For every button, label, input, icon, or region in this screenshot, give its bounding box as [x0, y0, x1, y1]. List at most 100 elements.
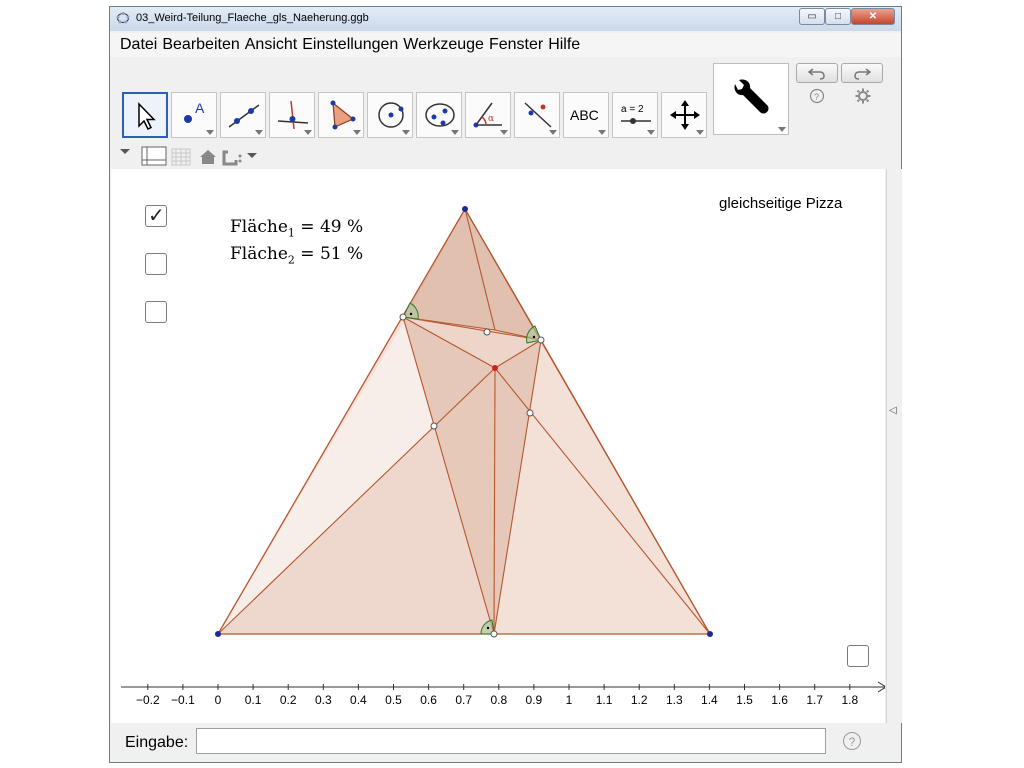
x-tick-label: 0.1	[245, 693, 262, 707]
text-icon: ABC	[570, 107, 599, 123]
x-tick-label: −0.2	[136, 693, 160, 707]
x-tick-label: 1.4	[701, 693, 718, 707]
dropdown-triangle-icon	[247, 153, 257, 158]
menu-bar: Datei Bearbeiten Ansicht Einstellungen W…	[110, 33, 901, 57]
conic-tool-button[interactable]	[416, 92, 462, 138]
line-icon	[228, 104, 260, 128]
input-bar: Eingabe: ?	[110, 723, 901, 761]
line-tool-button[interactable]	[220, 92, 266, 138]
x-tick-label: 0.2	[280, 693, 297, 707]
menu-datei[interactable]: Datei	[120, 36, 157, 54]
gear-icon[interactable]	[855, 88, 871, 104]
x-tick-label: 0.8	[490, 693, 507, 707]
area2-name: Fläche	[230, 244, 288, 264]
x-tick-label: 0.9	[526, 693, 543, 707]
checkbox-2[interactable]	[145, 253, 167, 275]
x-tick-label: −0.1	[171, 693, 195, 707]
ellipse-icon	[425, 103, 455, 127]
minimize-button[interactable]: ▭	[799, 8, 825, 25]
x-tick-label: 1.3	[666, 693, 683, 707]
menu-fenster[interactable]: Fenster	[489, 36, 543, 54]
menu-ansicht[interactable]: Ansicht	[245, 36, 297, 54]
text-tool-button[interactable]: ABC	[563, 92, 609, 138]
graphics-view[interactable]: −0.2 −0.1 0 0.1 0.2 0.3 0.4 0.5 0.6 0.7 0.8 0.9 1 1.1…	[111, 169, 885, 723]
x-axis	[121, 681, 885, 693]
reflect-icon	[524, 102, 552, 128]
x-tick-label: 0.4	[350, 693, 367, 707]
checkmark-icon: ✓	[148, 205, 165, 227]
x-tick-label: 0.3	[315, 693, 332, 707]
help-circle-icon[interactable]: ?	[809, 88, 825, 104]
geogebra-logo-icon	[116, 12, 130, 24]
expand-arrow-icon: ◁	[889, 405, 897, 416]
menu-einstellungen[interactable]: Einstellungen	[302, 36, 398, 54]
wrench-icon	[734, 79, 769, 114]
area1-sub: 1	[287, 226, 295, 240]
point-label: A	[195, 100, 205, 116]
menu-werkzeuge[interactable]: Werkzeuge	[403, 36, 484, 54]
svg-text:?: ?	[814, 92, 819, 102]
perpendicular-tool-button[interactable]	[269, 92, 315, 138]
checkbox-3[interactable]	[145, 301, 167, 323]
angle-label: α	[488, 114, 494, 124]
area1-name: Fläche	[230, 217, 288, 237]
slider-tool-label: a = 2	[621, 104, 644, 115]
x-tick-label: 1.7	[806, 693, 823, 707]
pizza-title-label: gleichseitige Pizza	[719, 195, 843, 212]
x-tick-label: 0	[215, 693, 222, 707]
area1-label: Fläche1 = 49 %	[230, 217, 363, 239]
home-icon	[200, 150, 216, 164]
slider-tool-button[interactable]: a = 2	[612, 92, 658, 138]
input-field[interactable]	[196, 728, 826, 754]
move-arrows-icon	[670, 100, 700, 130]
area2-label: Fläche2 = 51 %	[230, 244, 363, 266]
point-a-icon: A	[184, 100, 205, 123]
area2-value: = 51 %	[294, 244, 364, 264]
circle-tool-button[interactable]	[367, 92, 413, 138]
arrow-cursor-icon	[138, 102, 156, 131]
vertex-left	[215, 631, 221, 637]
move-tool-button[interactable]	[122, 92, 168, 138]
reflect-tool-button[interactable]	[514, 92, 560, 138]
menu-bearbeiten[interactable]: Bearbeiten	[162, 36, 239, 54]
style-bar-icons	[120, 146, 257, 166]
angle-icon: α	[473, 102, 502, 128]
x-tick-label: 0.7	[455, 693, 472, 707]
construction-canvas[interactable]: −0.2 −0.1 0 0.1 0.2 0.3 0.4 0.5 0.6 0.7 0.8 0.9 1 1.1…	[111, 169, 885, 723]
polygon-icon	[330, 100, 356, 130]
title-bar: 03_Weird-Teilung_Flaeche_gls_Naeherung.g…	[110, 7, 901, 31]
point-tool-button[interactable]: A	[171, 92, 217, 138]
area1-value: = 49 %	[294, 217, 364, 237]
perpendicular-icon	[277, 100, 309, 130]
redo-button[interactable]	[841, 63, 883, 83]
angle-tool-button[interactable]: α	[465, 92, 511, 138]
maximize-button[interactable]: □	[825, 8, 851, 25]
grid-toggle-icon	[171, 148, 191, 166]
circle-icon	[378, 102, 404, 128]
redo-icon	[854, 68, 872, 80]
slider-icon: a = 2	[621, 104, 651, 124]
undo-icon	[807, 68, 825, 80]
menu-hilfe[interactable]: Hilfe	[548, 36, 580, 54]
checkbox-4[interactable]	[847, 645, 869, 667]
x-tick-label: 1.5	[736, 693, 753, 707]
text-tool-label: ABC	[570, 107, 599, 123]
checkbox-1[interactable]: ✓	[145, 205, 167, 227]
style-bar	[110, 141, 901, 169]
x-tick-label: 0.5	[385, 693, 402, 707]
x-tick-label: 1.8	[841, 693, 858, 707]
polygon-tool-button[interactable]	[318, 92, 364, 138]
vertex-right	[707, 631, 713, 637]
x-tick-label: 1.6	[771, 693, 788, 707]
axes-toggle-icon	[141, 146, 167, 166]
move-view-tool-button[interactable]	[661, 92, 707, 138]
side-panel-toggle[interactable]: ◁	[886, 169, 902, 723]
input-label: Eingabe:	[125, 734, 189, 751]
center-point	[492, 365, 498, 371]
area2-sub: 2	[287, 253, 295, 267]
x-tick-label: 1.2	[631, 693, 648, 707]
properties-tool-button[interactable]	[713, 63, 789, 135]
input-help-icon[interactable]: ?	[843, 732, 861, 750]
close-button[interactable]: ✕	[851, 8, 895, 25]
undo-button[interactable]	[796, 63, 838, 83]
